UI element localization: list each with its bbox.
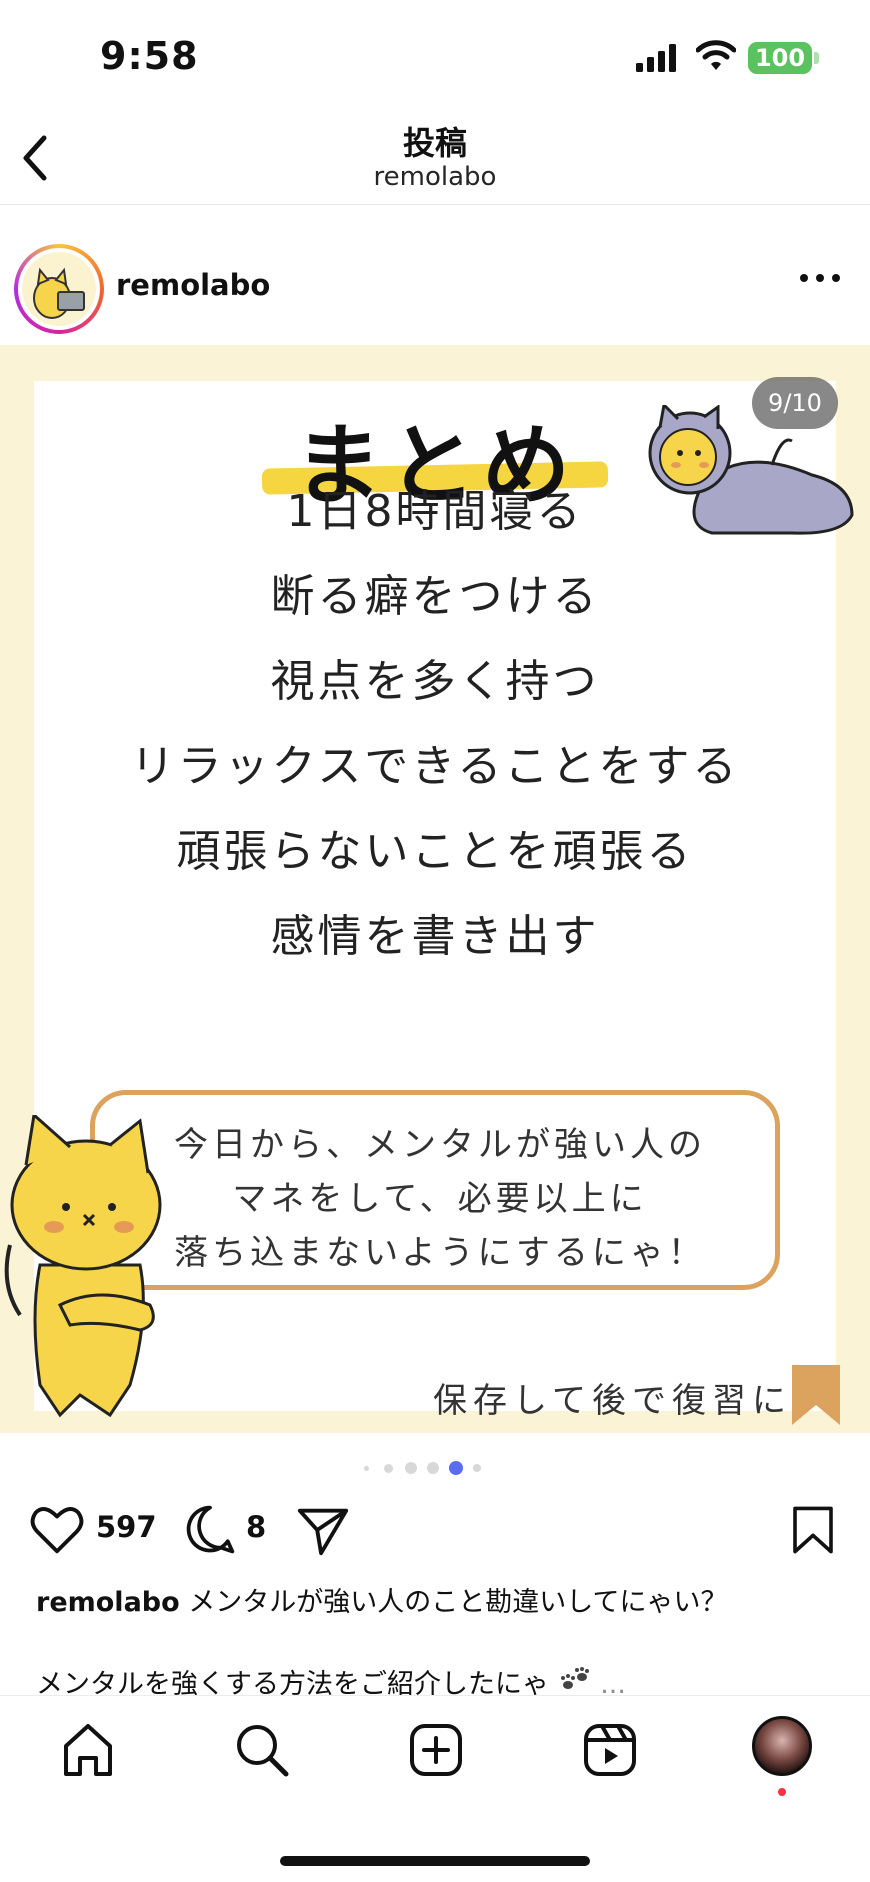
- wifi-icon: [696, 40, 736, 70]
- ribbon-bookmark-icon: [792, 1365, 840, 1425]
- cellular-signal-icon: [636, 44, 676, 72]
- home-icon[interactable]: [58, 1720, 118, 1780]
- reels-icon[interactable]: [580, 1720, 640, 1780]
- page-subtitle: remolabo: [373, 162, 497, 192]
- paw-prints-icon: [560, 1667, 589, 1689]
- summary-item: 断る癖をつける: [270, 571, 600, 622]
- summary-item: 感情を書き出す: [270, 911, 600, 962]
- bottom-tab-bar: [0, 1695, 870, 1882]
- notification-dot: [778, 1788, 786, 1796]
- carousel-dot: [427, 1462, 439, 1474]
- comment-count[interactable]: 8: [246, 1510, 266, 1544]
- profile-avatar[interactable]: [752, 1716, 812, 1776]
- share-icon[interactable]: [294, 1500, 352, 1560]
- carousel-dot: [405, 1462, 417, 1474]
- summary-item: 頑張らないことを頑張る: [176, 826, 694, 877]
- status-bar: 9:58 100: [0, 0, 870, 110]
- search-icon[interactable]: [232, 1720, 292, 1780]
- summary-item: リラックスできることをする: [130, 741, 740, 792]
- carousel-dots: [360, 1460, 490, 1476]
- cat-avatar-icon: [33, 267, 85, 319]
- post-caption: remolabo メンタルが強い人のこと勘違いしてにゃい？: [36, 1580, 846, 1619]
- like-count[interactable]: 597: [96, 1510, 157, 1544]
- speech-bubble: 今日から、メンタルが強い人の マネをして、必要以上に 落ち込まないようにするにゃ…: [90, 1090, 780, 1290]
- page-title: 投稿: [402, 124, 467, 162]
- post-username[interactable]: remolabo: [116, 268, 270, 302]
- carousel-dot: [364, 1466, 369, 1471]
- caption-username[interactable]: remolabo: [36, 1587, 180, 1618]
- avatar[interactable]: [14, 244, 104, 334]
- carousel-dot-active: [449, 1461, 463, 1475]
- summary-item: 1日8時間寝る: [286, 486, 584, 537]
- bookmark-icon[interactable]: [786, 1500, 840, 1560]
- bubble-line: 今日から、メンタルが強い人の: [174, 1125, 706, 1165]
- nav-header: 投稿 remolabo: [0, 110, 870, 205]
- comment-icon[interactable]: [182, 1500, 238, 1560]
- create-icon[interactable]: [406, 1720, 466, 1780]
- carousel-dot: [473, 1464, 481, 1472]
- heart-icon[interactable]: [28, 1500, 86, 1560]
- summary-item: 視点を多く持つ: [270, 656, 600, 707]
- post-header: remolabo: [0, 230, 870, 340]
- caption-text: メンタルが強い人のこと勘違いしてにゃい？: [188, 1587, 728, 1618]
- battery-nub: [814, 52, 819, 64]
- standing-cat-illustration: [4, 1115, 162, 1418]
- home-indicator: [280, 1856, 590, 1866]
- battery-indicator: 100: [748, 42, 812, 74]
- more-icon[interactable]: [798, 268, 842, 288]
- bubble-line: 落ち込まないようにするにゃ！: [174, 1233, 706, 1273]
- bubble-line: マネをして、必要以上に: [232, 1179, 648, 1219]
- carousel-dot: [384, 1464, 393, 1473]
- post-image[interactable]: まとめ 9/10 1日8時間寝る 断る癖をつける 視点を多く持つ リラックスでき…: [0, 345, 870, 1433]
- status-time: 9:58: [100, 34, 199, 78]
- save-reminder-text: 保存して後で復習にゃ！: [433, 1381, 792, 1433]
